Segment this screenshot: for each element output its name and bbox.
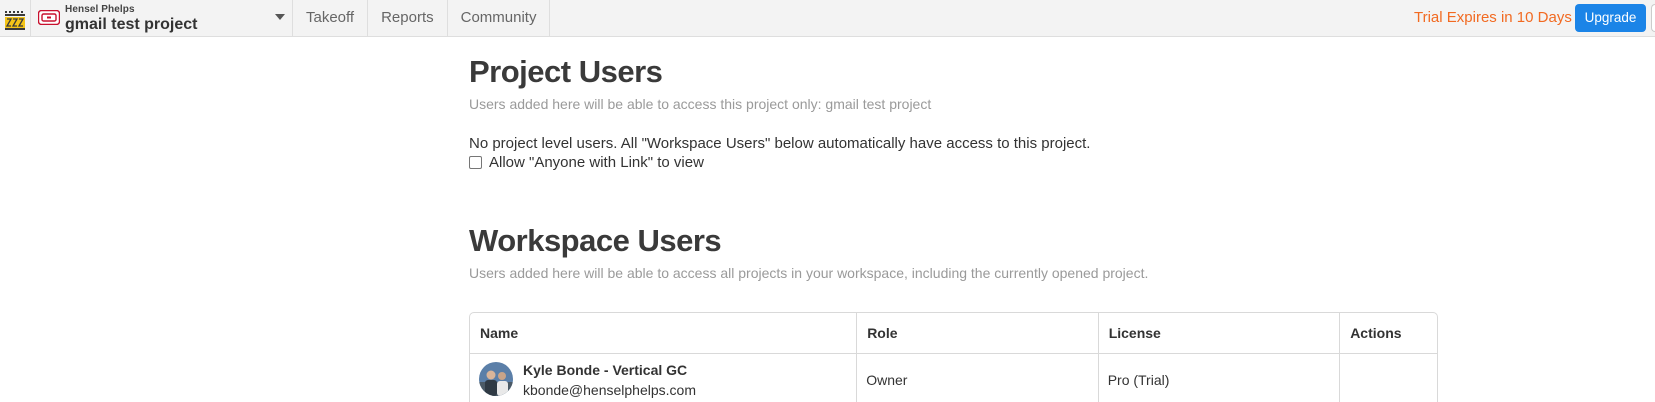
cell-license: Pro (Trial)	[1099, 354, 1341, 402]
nav-community[interactable]: Community	[448, 0, 551, 37]
nav-takeoff[interactable]: Takeoff	[293, 0, 369, 37]
workspace-users-title: Workspace Users	[469, 223, 722, 258]
project-users-subtitle: Users added here will be able to access …	[469, 96, 932, 112]
project-users-title: Project Users	[469, 54, 663, 89]
project-users-empty-text: No project level users. All "Workspace U…	[469, 135, 1091, 152]
top-bar: Hensel Phelps gmail test project Takeoff…	[0, 0, 1655, 37]
column-header-name[interactable]: Name	[470, 313, 858, 353]
cell-actions	[1340, 354, 1437, 402]
castle-logo-icon	[5, 10, 25, 30]
main-nav: Takeoff Reports Community	[293, 0, 551, 37]
workspace-users-subtitle: Users added here will be able to access …	[469, 265, 1149, 281]
app-logo[interactable]	[0, 0, 31, 37]
trial-status: Trial Expires in 10 Days	[1414, 9, 1572, 26]
table-header: Name Role License Actions	[470, 313, 1437, 354]
table-row[interactable]: Kyle Bonde - Vertical GC kbonde@henselph…	[470, 354, 1437, 402]
upgrade-button[interactable]: Upgrade	[1575, 4, 1646, 32]
account-menu-button[interactable]	[1651, 4, 1655, 32]
anyone-with-link-option[interactable]: Allow "Anyone with Link" to view	[469, 154, 704, 171]
hensel-phelps-logo-icon	[38, 10, 60, 25]
company-name: Hensel Phelps	[65, 4, 135, 15]
column-header-role[interactable]: Role	[857, 313, 1099, 353]
avatar	[479, 362, 513, 396]
project-name: gmail test project	[65, 16, 198, 33]
anyone-with-link-label: Allow "Anyone with Link" to view	[489, 154, 704, 171]
project-switcher[interactable]: Hensel Phelps gmail test project	[31, 0, 293, 37]
user-email: kbonde@henselphelps.com	[523, 382, 696, 398]
cell-name: Kyle Bonde - Vertical GC kbonde@henselph…	[470, 354, 858, 402]
column-header-license[interactable]: License	[1099, 313, 1341, 353]
user-name: Kyle Bonde - Vertical GC	[523, 362, 688, 378]
nav-reports[interactable]: Reports	[368, 0, 448, 37]
cell-role: Owner	[857, 354, 1099, 402]
anyone-with-link-checkbox[interactable]	[469, 156, 482, 169]
chevron-down-icon[interactable]	[275, 14, 285, 20]
column-header-actions: Actions	[1350, 325, 1402, 341]
